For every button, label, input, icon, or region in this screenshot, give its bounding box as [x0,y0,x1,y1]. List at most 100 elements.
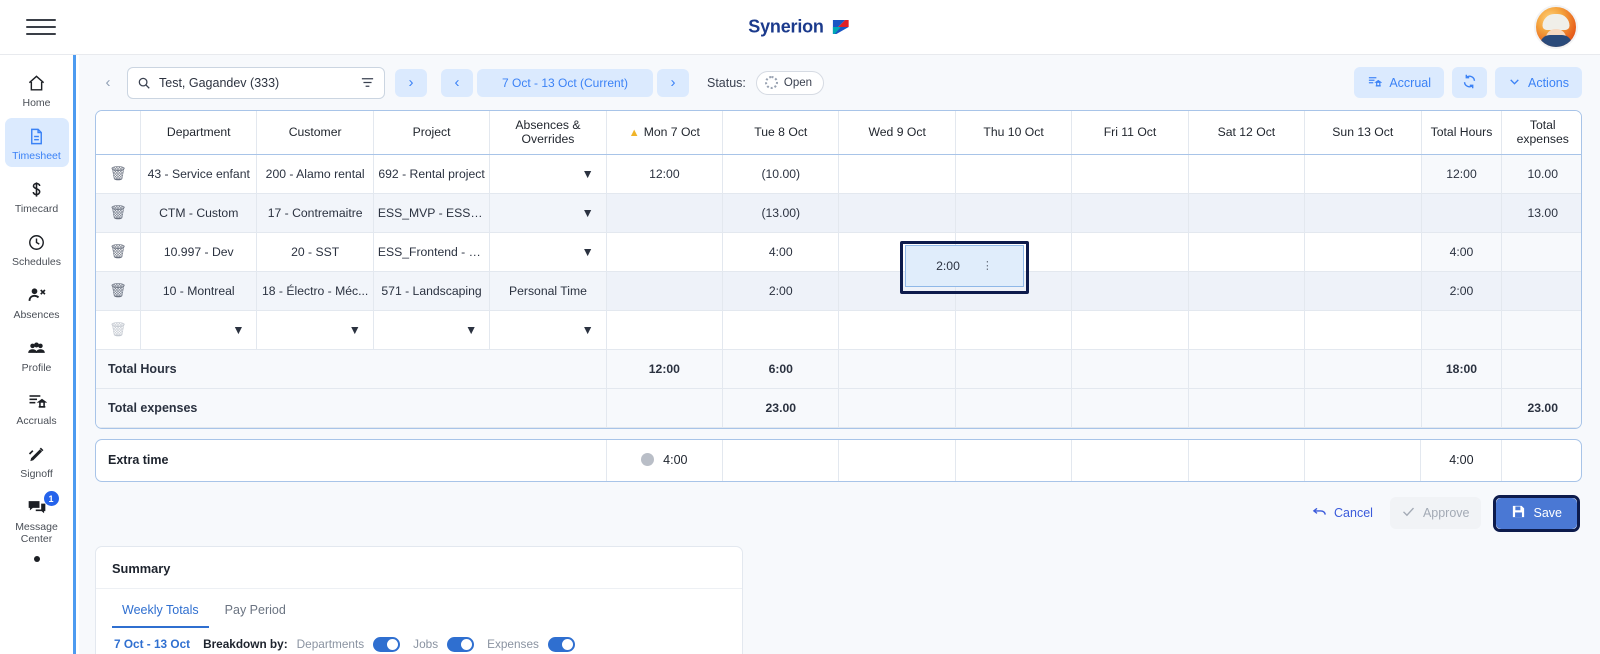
extra-time-thu[interactable] [955,439,1073,481]
cell-department[interactable]: 43 - Service enfant [140,154,258,194]
new-cell-sun[interactable] [1304,310,1422,350]
cell-thu[interactable] [955,193,1073,233]
delete-row-button[interactable]: 🗑 [96,271,142,311]
cell-fri[interactable] [1071,271,1189,311]
cell-fri[interactable] [1071,232,1189,272]
cell-tue[interactable]: 4:00 [722,232,840,272]
cell-fri[interactable] [1071,154,1189,194]
search-input[interactable]: Test, Gagandev (333) [127,66,385,99]
toggle-departments[interactable] [373,636,401,652]
cell-mon[interactable] [605,232,724,272]
next-employee-button[interactable]: › [395,68,427,97]
selected-cell[interactable]: 2:00 ⋮ [905,245,1024,287]
toggle-expenses[interactable] [547,636,575,652]
cell-project[interactable]: ESS_MVP - ESS_... [373,193,491,233]
cell-tue[interactable]: (10.00) [722,154,840,194]
cell-project[interactable]: 692 - Rental project [373,154,491,194]
cell-absences[interactable]: Personal Time [489,271,607,311]
save-button[interactable]: Save [1495,497,1577,529]
extra-time-wed[interactable] [838,439,956,481]
trash-icon[interactable]: 🗑 [109,204,127,220]
sidebar-item-signoff[interactable]: Signoff [5,436,69,485]
delete-row-button[interactable]: 🗑 [96,232,142,272]
cell-tue[interactable]: (13.00) [722,193,840,233]
trash-icon[interactable]: 🗑 [109,165,127,181]
prev-period-button[interactable]: ‹ [441,68,473,97]
extra-time-tue[interactable] [722,439,840,481]
sidebar-overflow-dot-icon[interactable] [33,556,40,562]
table-row[interactable]: 🗑 43 - Service enfant 200 - Alamo rental… [96,154,1581,194]
cell-department[interactable]: 10 - Montreal [140,271,258,311]
cell-sun[interactable] [1304,193,1422,233]
sidebar-item-message-center[interactable]: 1 Message Center [5,489,69,550]
trash-icon[interactable]: 🗑 [109,243,127,259]
new-cell-thu[interactable] [955,310,1073,350]
tab-weekly-totals[interactable]: Weekly Totals [112,597,209,628]
extra-time-sun[interactable] [1304,439,1422,481]
cell-department[interactable]: 10.997 - Dev [140,232,258,272]
new-cell-tue[interactable] [722,310,840,350]
cell-sat[interactable] [1188,193,1306,233]
actions-button[interactable]: Actions [1495,67,1582,98]
period-selector[interactable]: 7 Oct - 13 Oct (Current) [477,68,653,97]
cell-mon[interactable] [605,271,724,311]
cell-department[interactable]: CTM - Custom [140,193,258,233]
sidebar-item-profile[interactable]: Profile [5,330,69,379]
sidebar-item-timecard[interactable]: Timecard [5,171,69,220]
cell-absences-dropdown[interactable]: ▼ [489,232,607,272]
col-header-absences[interactable]: Absences & Overrides [489,111,607,155]
table-row[interactable]: 🗑 10.997 - Dev 20 - SST ESS_Frontend - E… [96,232,1581,272]
col-header-project[interactable]: Project [373,111,491,155]
new-cell-mon[interactable] [605,310,724,350]
new-cell-department-dropdown[interactable]: ▼ [140,310,258,350]
cancel-button[interactable]: Cancel [1301,497,1384,529]
delete-row-button[interactable]: 🗑 [96,193,142,233]
col-header-sun[interactable]: Sun 13 Oct [1304,111,1422,155]
delete-row-button[interactable]: 🗑 [96,154,142,194]
col-header-sat[interactable]: Sat 12 Oct [1188,111,1306,155]
cell-project[interactable]: ESS_Frontend - ES... [373,232,491,272]
next-period-button[interactable]: › [657,68,689,97]
extra-time-mon[interactable]: 4:00 [605,439,724,481]
cell-wed[interactable] [838,154,956,194]
cell-mon[interactable]: 12:00 [605,154,724,194]
tab-pay-period[interactable]: Pay Period [215,597,296,628]
prev-employee-button[interactable]: ‹ [95,70,121,96]
cell-absences-dropdown[interactable]: ▼ [489,193,607,233]
cell-wed[interactable] [838,193,956,233]
sidebar-item-schedules[interactable]: Schedules [5,224,69,273]
cell-sun[interactable] [1304,154,1422,194]
filter-icon[interactable] [360,75,375,90]
trash-icon[interactable]: 🗑 [109,282,127,298]
cell-sun[interactable] [1304,232,1422,272]
kebab-menu-icon[interactable]: ⋮ [982,261,993,272]
cell-sat[interactable] [1188,271,1306,311]
refresh-button[interactable] [1452,67,1487,98]
new-cell-absences-dropdown[interactable]: ▼ [489,310,607,350]
extra-time-sat[interactable] [1188,439,1306,481]
table-row[interactable]: 🗑 10 - Montreal 18 - Électro - Méc... 57… [96,271,1581,311]
cell-mon[interactable] [605,193,724,233]
cell-tue[interactable]: 2:00 [722,271,840,311]
cell-sat[interactable] [1188,232,1306,272]
avatar[interactable] [1534,5,1578,49]
col-header-wed[interactable]: Wed 9 Oct [838,111,956,155]
col-header-customer[interactable]: Customer [256,111,374,155]
cell-customer[interactable]: 18 - Électro - Méc... [256,271,374,311]
col-header-mon[interactable]: ▲ Mon 7 Oct [605,111,724,155]
hamburger-icon[interactable] [26,15,56,39]
sidebar-item-timesheet[interactable]: Timesheet [4,118,69,167]
sidebar-item-absences[interactable]: Absences [5,277,69,326]
cell-project[interactable]: 571 - Landscaping [373,271,491,311]
extra-time-fri[interactable] [1071,439,1189,481]
new-cell-customer-dropdown[interactable]: ▼ [256,310,374,350]
cell-sun[interactable] [1304,271,1422,311]
new-cell-fri[interactable] [1071,310,1189,350]
new-cell-project-dropdown[interactable]: ▼ [373,310,491,350]
cell-fri[interactable] [1071,193,1189,233]
cell-customer[interactable]: 17 - Contremaitre [256,193,374,233]
accrual-button[interactable]: Accrual [1354,67,1444,98]
new-cell-sat[interactable] [1188,310,1306,350]
col-header-thu[interactable]: Thu 10 Oct [955,111,1073,155]
cell-customer[interactable]: 200 - Alamo rental [256,154,374,194]
